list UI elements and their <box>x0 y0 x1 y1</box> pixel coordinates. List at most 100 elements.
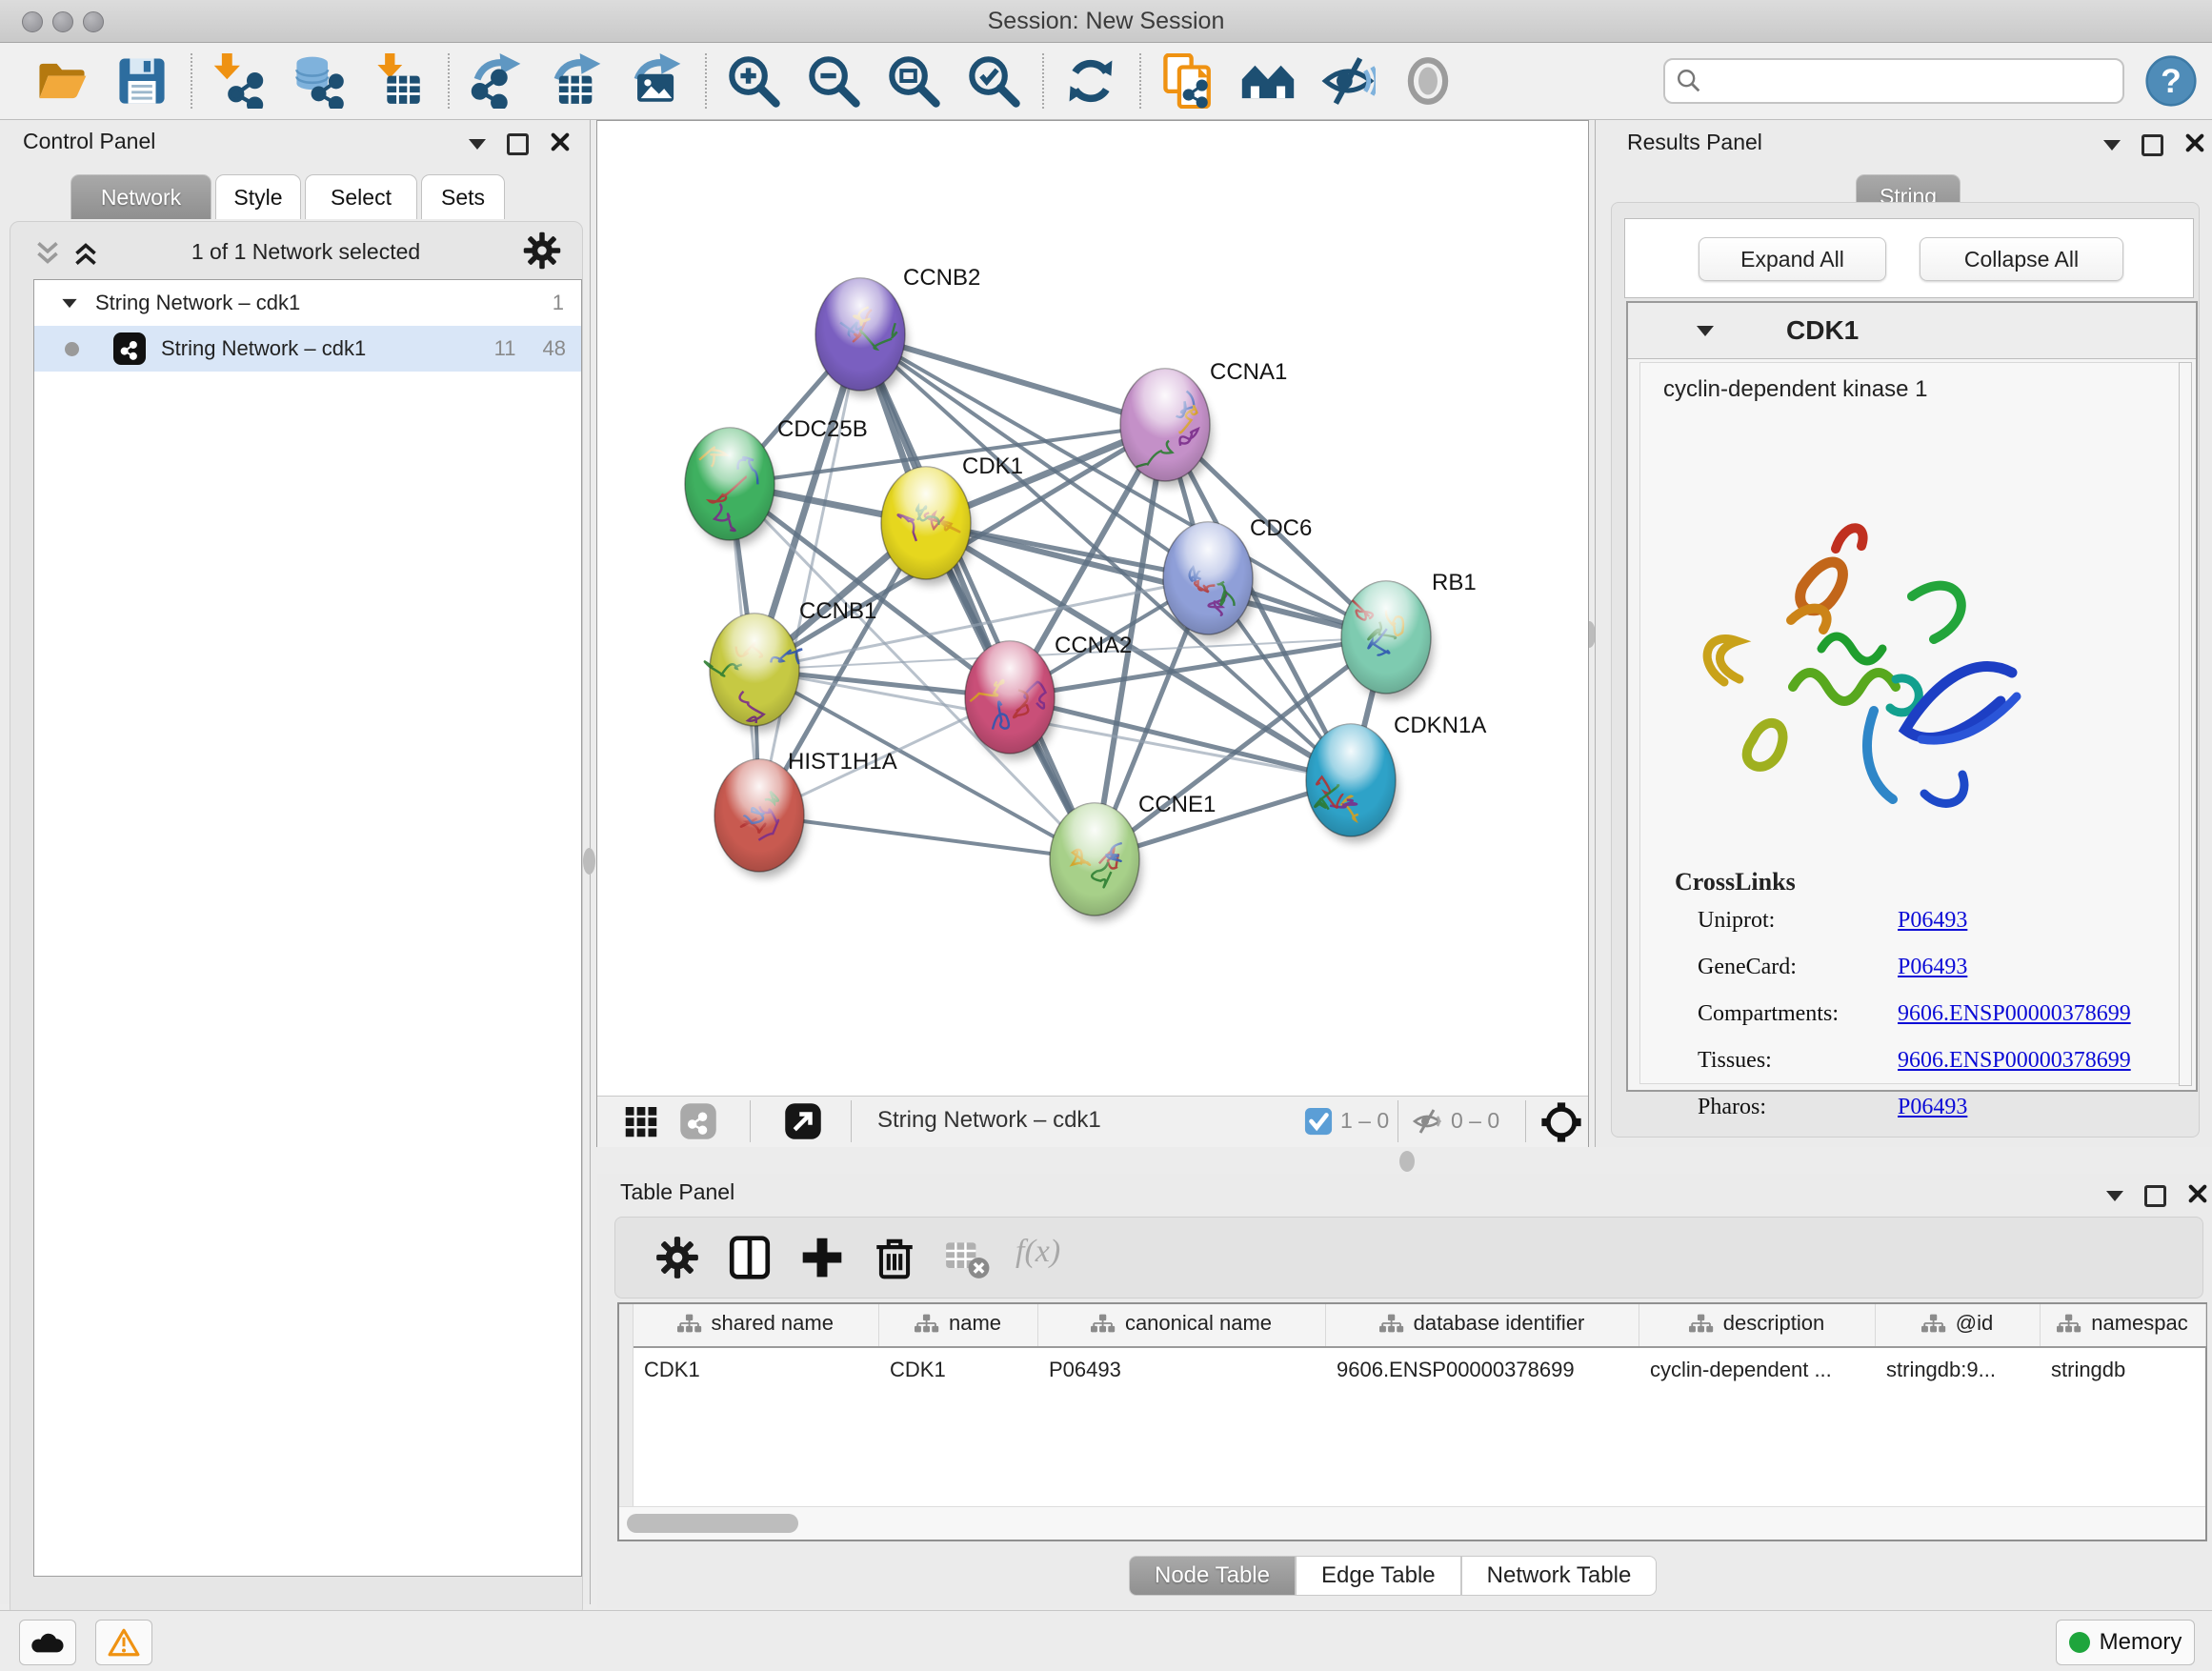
add-column-icon[interactable] <box>798 1234 846 1281</box>
crosslink-value-link[interactable]: 9606.ENSP00000378699 <box>1898 1001 2131 1027</box>
grid-view-icon[interactable] <box>622 1102 660 1140</box>
crosslink-value-link[interactable]: P06493 <box>1898 1095 1967 1120</box>
collapse-node-icon[interactable] <box>1697 326 1714 336</box>
detach-view-icon[interactable] <box>784 1102 822 1140</box>
apply-layout-icon[interactable] <box>1063 53 1118 109</box>
network-collection-row[interactable]: String Network – cdk1 1 <box>34 280 581 326</box>
table-row[interactable]: CDK1CDK1P064939606.ENSP00000378699cyclin… <box>633 1347 2205 1392</box>
open-file-icon[interactable] <box>34 53 90 109</box>
column-header-name[interactable]: name <box>878 1304 1037 1347</box>
table-cell[interactable]: P06493 <box>1037 1347 1325 1392</box>
table-hscrollbar-thumb[interactable] <box>627 1514 798 1533</box>
crosslink-value-link[interactable]: 9606.ENSP00000378699 <box>1898 1048 2131 1074</box>
column-header--id[interactable]: @id <box>1875 1304 2040 1347</box>
column-header-description[interactable]: description <box>1639 1304 1875 1347</box>
collapse-all-icon[interactable] <box>31 237 64 266</box>
birds-eye-view-icon[interactable] <box>1540 1101 1582 1143</box>
network-canvas[interactable]: CCNB2 CCNA1 CDC25B CDK1 CDC6 RB1 <box>597 121 1588 1095</box>
collapse-collection-icon[interactable] <box>62 298 76 307</box>
tab-select[interactable]: Select <box>305 174 417 219</box>
show-eye-icon[interactable] <box>1400 53 1456 109</box>
network-node-CCNB1[interactable] <box>705 614 802 732</box>
network-node-CDKN1A[interactable] <box>1306 724 1398 842</box>
help-icon[interactable]: ? <box>2145 55 2197 107</box>
export-image-icon[interactable] <box>629 53 684 109</box>
duplicate-network-icon[interactable] <box>1160 53 1216 109</box>
search-input[interactable] <box>1703 68 2122 94</box>
hide-eye-icon[interactable] <box>1320 53 1376 109</box>
table-cell[interactable]: stringdb <box>2040 1347 2205 1392</box>
table-hscrollbar[interactable] <box>619 1506 2205 1540</box>
column-header-database-identifier[interactable]: database identifier <box>1325 1304 1639 1347</box>
float-panel-icon[interactable] <box>2144 1185 2166 1207</box>
search-field[interactable] <box>1663 58 2124 104</box>
zoom-selected-icon[interactable] <box>966 53 1021 109</box>
delete-column-icon[interactable] <box>871 1234 918 1281</box>
table-cell[interactable]: CDK1 <box>633 1347 878 1392</box>
edge-CCNB2-HIST1H1A[interactable] <box>759 334 860 815</box>
tab-network[interactable]: Network <box>70 174 211 219</box>
table-options-gear-icon[interactable] <box>654 1234 701 1281</box>
left-splitter-handle[interactable] <box>583 848 595 875</box>
edge-CCNB2-CCNE1[interactable] <box>860 334 1095 859</box>
float-panel-icon[interactable] <box>507 133 529 155</box>
network-options-gear-icon[interactable] <box>521 230 563 272</box>
network-node-RB1[interactable] <box>1341 581 1433 699</box>
string-houses-icon[interactable] <box>1240 53 1296 109</box>
edge-HIST1H1A-CCNE1[interactable] <box>759 815 1095 859</box>
memory-button[interactable]: Memory <box>2056 1620 2195 1665</box>
expand-all-icon[interactable] <box>70 237 102 266</box>
zoom-out-icon[interactable] <box>806 53 861 109</box>
export-table-icon[interactable] <box>549 53 604 109</box>
bottom-splitter-handle[interactable] <box>1399 1151 1415 1172</box>
table-cell[interactable]: stringdb:9... <box>1875 1347 2040 1392</box>
node-label-HIST1H1A: HIST1H1A <box>788 749 897 775</box>
warnings-button[interactable] <box>95 1620 152 1665</box>
network-node-CCNA1[interactable] <box>1120 369 1212 487</box>
selected-checkbox-icon[interactable] <box>1304 1107 1333 1136</box>
save-session-icon[interactable] <box>114 53 170 109</box>
network-node-CDK1[interactable] <box>881 467 973 585</box>
network-node-HIST1H1A[interactable] <box>714 759 806 877</box>
node-label-CCNE1: CCNE1 <box>1138 792 1216 817</box>
hidden-eye-slash-icon[interactable] <box>1411 1106 1443 1137</box>
crosslink-label: Pharos: <box>1698 1095 1898 1120</box>
panel-menu-icon[interactable] <box>2103 140 2121 151</box>
cloud-status-button[interactable] <box>19 1620 76 1665</box>
string-view-icon[interactable] <box>679 1102 717 1140</box>
expand-all-button[interactable]: Expand All <box>1699 237 1886 281</box>
panel-menu-icon[interactable] <box>2106 1191 2123 1201</box>
import-database-icon[interactable] <box>292 53 347 109</box>
table-cell[interactable]: CDK1 <box>878 1347 1037 1392</box>
column-header-namespac[interactable]: namespac <box>2040 1304 2205 1347</box>
network-node-CCNE1[interactable] <box>1050 803 1141 921</box>
tab-node-table[interactable]: Node Table <box>1129 1556 1296 1596</box>
collapse-all-button[interactable]: Collapse All <box>1920 237 2123 281</box>
export-network-icon[interactable] <box>469 53 524 109</box>
crosslink-value-link[interactable]: P06493 <box>1898 908 1967 934</box>
network-node-CDC25B[interactable] <box>685 428 776 546</box>
zoom-fit-icon[interactable] <box>886 53 941 109</box>
float-panel-icon[interactable] <box>2142 134 2163 156</box>
tab-network-table[interactable]: Network Table <box>1461 1556 1658 1596</box>
tab-sets[interactable]: Sets <box>421 174 505 219</box>
panel-menu-icon[interactable] <box>469 139 486 150</box>
node-card-header[interactable]: CDK1 <box>1628 303 2196 359</box>
card-scrollbar[interactable] <box>2179 362 2192 1086</box>
close-panel-icon[interactable] <box>2187 1183 2208 1209</box>
crosslink-value-link[interactable]: P06493 <box>1898 955 1967 980</box>
show-columns-icon[interactable] <box>726 1234 774 1281</box>
column-header-canonical-name[interactable]: canonical name <box>1037 1304 1325 1347</box>
network-row[interactable]: String Network – cdk1 11 48 <box>34 326 581 372</box>
table-cell[interactable]: cyclin-dependent ... <box>1639 1347 1875 1392</box>
close-panel-icon[interactable] <box>550 131 571 157</box>
zoom-in-icon[interactable] <box>726 53 781 109</box>
import-network-icon[interactable] <box>211 53 267 109</box>
import-table-icon[interactable] <box>372 53 427 109</box>
column-header-shared-name[interactable]: shared name <box>633 1304 878 1347</box>
table-cell[interactable]: 9606.ENSP00000378699 <box>1325 1347 1639 1392</box>
tab-style[interactable]: Style <box>215 174 301 219</box>
close-panel-icon[interactable] <box>2184 132 2205 158</box>
network-node-CCNB2[interactable] <box>815 278 907 396</box>
tab-edge-table[interactable]: Edge Table <box>1296 1556 1461 1596</box>
